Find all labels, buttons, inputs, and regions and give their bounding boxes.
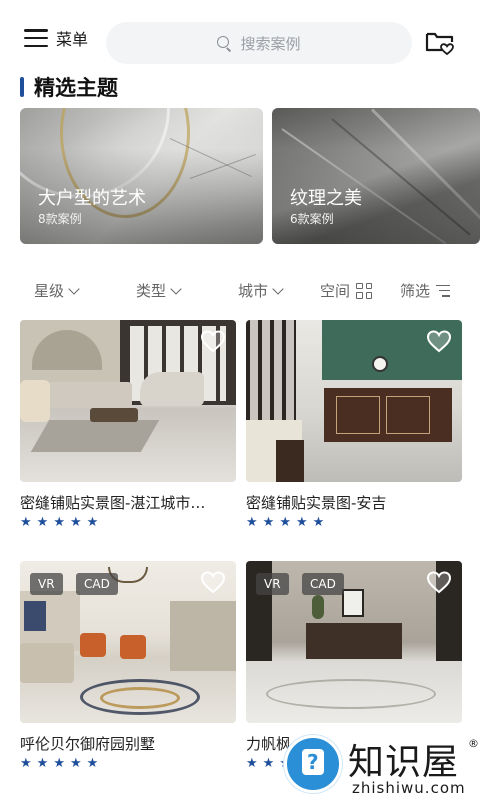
star-icon: ★ xyxy=(20,515,32,530)
menu-button[interactable]: 菜单 xyxy=(24,26,88,50)
screen-partition xyxy=(246,320,296,420)
filter-bar: 星级 类型 城市 空间 筛选 xyxy=(0,280,480,304)
favorite-heart-icon[interactable] xyxy=(426,570,452,594)
case-name: 密缝铺贴实景图-安吉 xyxy=(246,494,387,512)
star-icon: ★ xyxy=(86,756,99,771)
star-icon: ★ xyxy=(53,515,65,530)
theme-title: 大户型的艺术 xyxy=(38,188,146,209)
wall-clock xyxy=(372,356,388,372)
filter-star[interactable]: 星级 xyxy=(34,280,80,301)
watermark: 知识屋 ® zhishiwu.com xyxy=(282,733,480,800)
floor-pattern xyxy=(266,679,436,709)
case-name: 密缝铺贴实景图-湛江城市… xyxy=(20,494,206,512)
case-image: VR CAD xyxy=(20,561,236,723)
watermark-registered: ® xyxy=(468,737,479,750)
cabinet-door xyxy=(386,396,430,434)
chevron-down-icon xyxy=(272,282,284,295)
star-icon: ★ xyxy=(246,756,258,771)
filter-lines-icon xyxy=(436,284,451,297)
cad-tag: CAD xyxy=(302,573,344,595)
star-icon: ★ xyxy=(36,515,49,530)
theme-title: 纹理之美 xyxy=(290,188,362,209)
case-card[interactable]: 密缝铺贴实景图-湛江城市… ★ ★ ★ ★ ★ xyxy=(20,320,236,529)
case-card[interactable]: VR CAD 呼伦贝尔御府园别墅 ★ ★ ★ ★ ★ xyxy=(20,561,236,770)
star-icon: ★ xyxy=(69,756,82,771)
section-title: 精选主题 xyxy=(20,72,118,102)
picture-frame xyxy=(342,589,364,617)
filter-city-label: 城市 xyxy=(238,282,269,300)
console-table xyxy=(306,623,402,659)
menu-label: 菜单 xyxy=(56,30,89,49)
filter-more-label: 筛选 xyxy=(400,282,431,300)
star-icon: ★ xyxy=(53,756,65,771)
armchair xyxy=(20,380,50,422)
search-icon xyxy=(217,35,232,51)
case-card[interactable]: 密缝铺贴实景图-安吉 ★ ★ ★ ★ ★ xyxy=(246,320,462,529)
case-image xyxy=(246,320,462,482)
app-screen: 菜单 搜索案例 精选主题 大户型的艺术 8款案例 纹理之美 6款案例 星级 类型… xyxy=(0,0,480,800)
vr-tag: VR xyxy=(30,573,63,595)
theme-card-art[interactable]: 大户型的艺术 8款案例 xyxy=(20,108,263,244)
favorite-heart-icon[interactable] xyxy=(200,570,226,594)
staircase xyxy=(170,601,236,671)
star-icon: ★ xyxy=(295,515,308,530)
theme-count: 8款案例 xyxy=(38,212,82,226)
coffee-table xyxy=(90,408,138,422)
case-image xyxy=(20,320,236,482)
search-input[interactable]: 搜索案例 xyxy=(106,22,412,64)
sofa xyxy=(48,382,132,408)
case-image: VR CAD xyxy=(246,561,462,723)
star-icon: ★ xyxy=(312,515,325,530)
case-name: 呼伦贝尔御府园别墅 xyxy=(20,735,156,753)
filter-star-label: 星级 xyxy=(34,282,65,300)
filter-more[interactable]: 筛选 xyxy=(400,280,451,301)
theme-card-texture[interactable]: 纹理之美 6款案例 xyxy=(272,108,480,244)
filter-type[interactable]: 类型 xyxy=(136,280,182,301)
star-icon: ★ xyxy=(20,756,32,771)
cad-tag: CAD xyxy=(76,573,118,595)
orange-chair xyxy=(120,635,146,659)
sofa xyxy=(20,643,74,683)
watermark-url: zhishiwu.com xyxy=(352,779,466,797)
side-table xyxy=(276,440,304,482)
section-accent-bar xyxy=(20,77,24,97)
filter-space[interactable]: 空间 xyxy=(320,280,373,301)
plant xyxy=(312,595,324,619)
vr-tag: VR xyxy=(256,573,289,595)
cabinet-door xyxy=(336,396,380,434)
favorite-heart-icon[interactable] xyxy=(200,329,226,353)
star-icon: ★ xyxy=(262,756,275,771)
favorite-heart-icon[interactable] xyxy=(426,329,452,353)
search-placeholder: 搜索案例 xyxy=(240,34,301,53)
star-icon: ★ xyxy=(279,515,291,530)
chevron-down-icon xyxy=(68,282,80,295)
star-icon: ★ xyxy=(69,515,82,530)
star-icon: ★ xyxy=(262,515,275,530)
floor-pattern xyxy=(100,687,180,709)
section-title-text: 精选主题 xyxy=(34,76,118,100)
watermark-name: 知识屋 xyxy=(348,742,460,783)
filter-city[interactable]: 城市 xyxy=(238,280,284,301)
filter-type-label: 类型 xyxy=(136,282,167,300)
star-rating: ★ ★ ★ ★ ★ xyxy=(20,757,236,770)
rug xyxy=(30,420,160,452)
hamburger-icon xyxy=(24,29,48,47)
top-bar: 菜单 搜索案例 xyxy=(0,18,480,68)
star-rating: ★ ★ ★ ★ ★ xyxy=(20,516,236,529)
favorites-folder-icon[interactable] xyxy=(424,28,456,56)
theme-count: 6款案例 xyxy=(290,212,334,226)
chevron-down-icon xyxy=(170,282,182,295)
orange-chair xyxy=(80,633,106,657)
star-rating: ★ ★ ★ ★ ★ xyxy=(246,516,462,529)
chaise xyxy=(140,372,204,406)
star-icon: ★ xyxy=(246,515,258,530)
star-icon: ★ xyxy=(36,756,49,771)
watermark-logo-icon xyxy=(284,735,342,793)
grid-icon xyxy=(356,282,373,299)
star-icon: ★ xyxy=(86,515,99,530)
filter-space-label: 空间 xyxy=(320,282,351,300)
painting xyxy=(24,601,46,631)
